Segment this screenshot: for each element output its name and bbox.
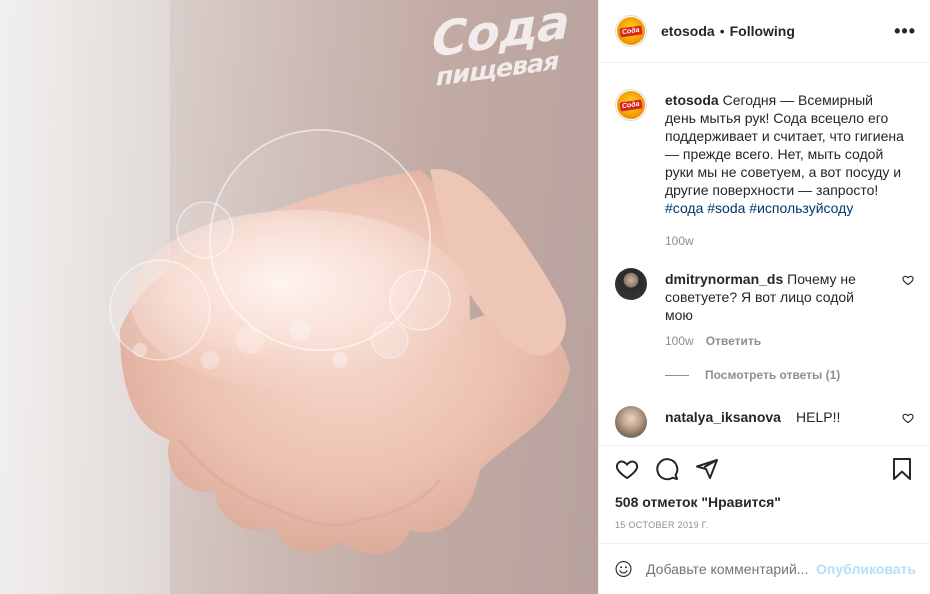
reply-button[interactable]: Ответить bbox=[706, 334, 761, 348]
view-replies-button[interactable]: Посмотреть ответы (1) bbox=[665, 368, 914, 382]
caption-hashtags[interactable]: #сода #soda #используйсоду bbox=[665, 199, 905, 217]
brand-logo-icon: Сода bbox=[617, 17, 645, 45]
post-photo[interactable]: Сода пищевая bbox=[0, 0, 598, 594]
comment-meta: 100w Ответить bbox=[665, 334, 914, 348]
post-comment-button[interactable]: Опубликовать bbox=[816, 561, 916, 577]
instagram-post: Сода пищевая Сода etosoda • Following ••… bbox=[0, 0, 930, 594]
add-comment-bar: Опубликовать bbox=[599, 543, 930, 594]
comment-text: dmitrynorman_ds Почему не советуете? Я в… bbox=[665, 270, 879, 324]
brand-logo-icon: Сода bbox=[617, 91, 645, 119]
comments-section[interactable]: Сода etosoda Сегодня — Всемирный день мы… bbox=[599, 63, 930, 445]
action-bar bbox=[615, 446, 914, 492]
post-sidebar: Сода etosoda • Following ••• Сода etosod… bbox=[598, 0, 930, 594]
avatar[interactable] bbox=[615, 268, 647, 300]
avatar[interactable] bbox=[615, 406, 647, 438]
likes-count[interactable]: 508 отметок "Нравится" bbox=[615, 494, 914, 510]
comment-icon[interactable] bbox=[655, 457, 679, 481]
emoji-icon[interactable] bbox=[615, 556, 632, 582]
comment-body: HELP!! bbox=[784, 409, 841, 425]
header-username[interactable]: etosoda bbox=[661, 23, 715, 39]
bookmark-icon[interactable] bbox=[890, 457, 914, 481]
divider-line bbox=[665, 374, 689, 376]
comment-item: natalya_iksanova HELP!! bbox=[615, 406, 914, 438]
comment-username[interactable]: dmitrynorman_ds bbox=[665, 271, 783, 287]
comment-input[interactable] bbox=[646, 561, 817, 577]
share-icon[interactable] bbox=[695, 457, 719, 481]
avatar[interactable]: Сода bbox=[615, 89, 647, 121]
post-actions: 508 отметок "Нравится" 15 OCTOBER 2019 Г… bbox=[599, 445, 930, 543]
caption-timestamp[interactable]: 100w bbox=[665, 234, 914, 248]
separator-dot: • bbox=[719, 23, 725, 39]
hand-with-foam-image bbox=[0, 0, 570, 594]
comment-timestamp[interactable]: 100w bbox=[665, 334, 694, 348]
heart-icon[interactable] bbox=[615, 457, 639, 481]
caption-text: etosoda Сегодня — Всемирный день мытья р… bbox=[665, 91, 905, 217]
caption-username[interactable]: etosoda bbox=[665, 92, 719, 108]
like-comment-icon[interactable] bbox=[902, 412, 914, 424]
post-header: Сода etosoda • Following ••• bbox=[599, 0, 930, 63]
more-options-icon[interactable]: ••• bbox=[894, 22, 916, 40]
view-replies-label: Посмотреть ответы (1) bbox=[705, 368, 841, 382]
like-comment-icon[interactable] bbox=[902, 274, 914, 286]
comment-item: dmitrynorman_ds Почему не советуете? Я в… bbox=[615, 268, 914, 324]
post-date[interactable]: 15 OCTOBER 2019 Г. bbox=[615, 520, 914, 530]
follow-button[interactable]: Following bbox=[730, 23, 795, 39]
avatar[interactable]: Сода bbox=[615, 15, 647, 47]
comment-username[interactable]: natalya_iksanova bbox=[665, 409, 781, 425]
caption: Сода etosoda Сегодня — Всемирный день мы… bbox=[615, 79, 914, 217]
comment-text: natalya_iksanova HELP!! bbox=[665, 408, 879, 438]
